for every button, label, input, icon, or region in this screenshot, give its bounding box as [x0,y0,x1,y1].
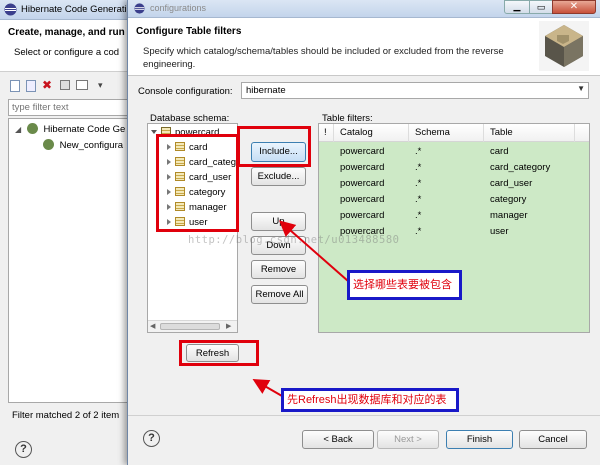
refresh-arrow [252,379,283,397]
include-annotation: 选择哪些表要被包含 [347,270,462,300]
include-arrow [278,220,349,282]
refresh-annotation: 先Refresh出现数据库和对应的表 [281,388,459,412]
